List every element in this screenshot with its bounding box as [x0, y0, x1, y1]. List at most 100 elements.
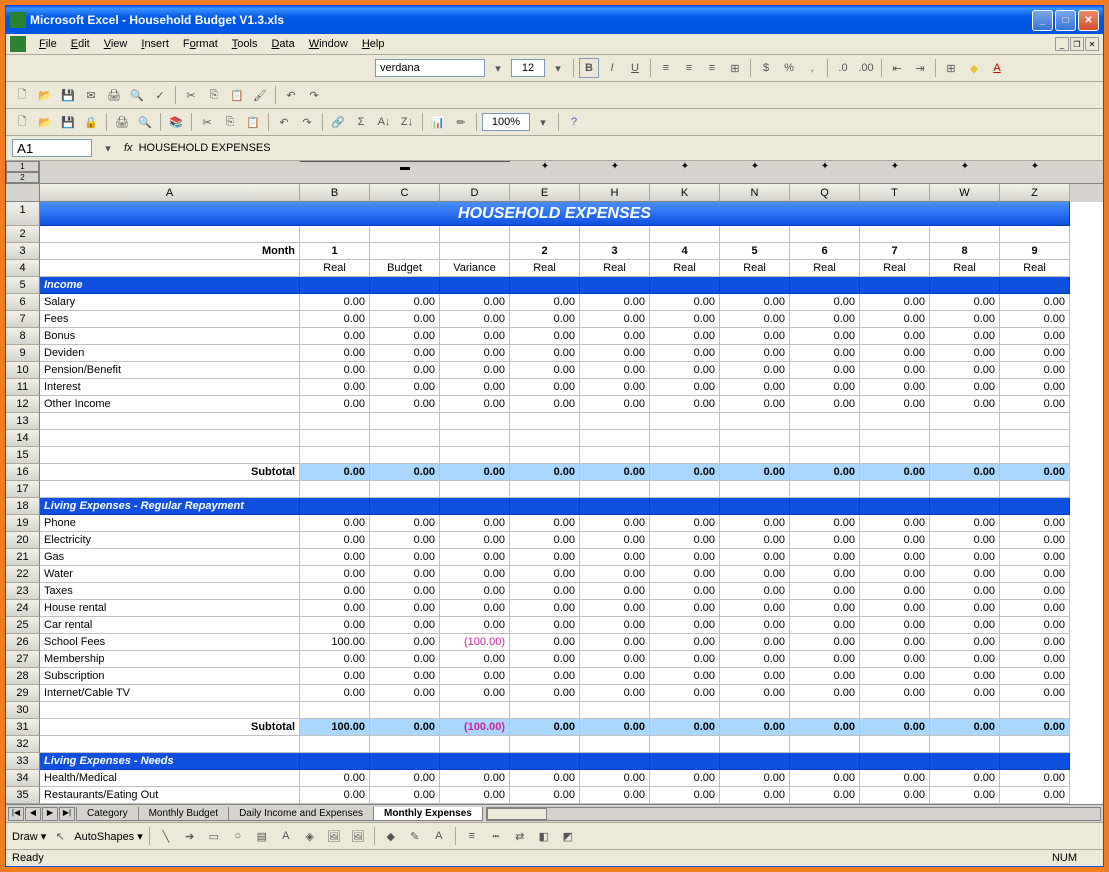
cell[interactable] [790, 277, 860, 294]
tab-nav-button[interactable]: |◀ [8, 807, 24, 821]
zoom-dropdown-icon[interactable]: ▾ [533, 112, 553, 132]
cell[interactable]: 0.00 [860, 532, 930, 549]
cell[interactable]: 0.00 [300, 651, 370, 668]
cell[interactable]: 0.00 [440, 549, 510, 566]
cell[interactable]: 0.00 [1000, 719, 1070, 736]
row-header[interactable]: 25 [6, 617, 40, 634]
cell[interactable] [650, 702, 720, 719]
cell[interactable]: 0.00 [440, 685, 510, 702]
cell[interactable] [370, 430, 440, 447]
cell[interactable]: 0.00 [300, 515, 370, 532]
cell[interactable]: 0.00 [1000, 566, 1070, 583]
section-header[interactable]: Income [40, 277, 300, 294]
cell[interactable]: 0.00 [370, 532, 440, 549]
cell[interactable]: 0.00 [370, 549, 440, 566]
cell[interactable] [510, 277, 580, 294]
cell[interactable] [580, 277, 650, 294]
drawing-icon[interactable]: ✏ [451, 112, 471, 132]
cell[interactable]: 0.00 [370, 770, 440, 787]
cell[interactable] [370, 277, 440, 294]
new-icon[interactable]: 🗋 [12, 85, 32, 105]
cell[interactable] [790, 736, 860, 753]
cell[interactable] [510, 226, 580, 243]
cell[interactable] [790, 430, 860, 447]
menu-edit[interactable]: Edit [64, 36, 97, 52]
cell[interactable] [370, 413, 440, 430]
row-header[interactable]: 15 [6, 447, 40, 464]
cell[interactable] [300, 226, 370, 243]
cell[interactable] [720, 702, 790, 719]
cell[interactable] [650, 753, 720, 770]
sheet-tab[interactable]: Category [76, 807, 139, 821]
cell[interactable] [300, 447, 370, 464]
font-name-select[interactable] [375, 59, 485, 77]
fill-color-icon[interactable]: ◆ [964, 58, 984, 78]
cell[interactable] [580, 702, 650, 719]
cell[interactable]: 0.00 [580, 668, 650, 685]
cell[interactable]: 0.00 [650, 549, 720, 566]
cell[interactable]: 0.00 [580, 464, 650, 481]
cell[interactable]: 0.00 [860, 396, 930, 413]
cell[interactable]: 0.00 [300, 668, 370, 685]
dash-style-icon[interactable]: ┅ [486, 826, 506, 846]
cell[interactable]: 3 [580, 243, 650, 260]
cell[interactable]: 0.00 [720, 345, 790, 362]
cell[interactable] [860, 481, 930, 498]
cell[interactable]: 0.00 [1000, 770, 1070, 787]
menu-insert[interactable]: Insert [134, 36, 176, 52]
size-dropdown-icon[interactable]: ▾ [548, 58, 568, 78]
cell[interactable]: 0.00 [650, 719, 720, 736]
cell[interactable]: 0.00 [370, 651, 440, 668]
cell[interactable]: 0.00 [650, 379, 720, 396]
cell[interactable]: 0.00 [930, 566, 1000, 583]
column-header[interactable]: D [440, 184, 510, 202]
cell[interactable] [720, 447, 790, 464]
cell[interactable]: 0.00 [510, 685, 580, 702]
expand-icon[interactable]: ✦ [510, 161, 580, 183]
cell[interactable]: 0.00 [580, 787, 650, 804]
cell[interactable]: Restaurants/Eating Out [40, 787, 300, 804]
cell[interactable]: 0.00 [790, 362, 860, 379]
cell[interactable]: 0.00 [930, 770, 1000, 787]
cell[interactable]: 0.00 [650, 345, 720, 362]
cell[interactable]: 0.00 [1000, 311, 1070, 328]
row-header[interactable]: 20 [6, 532, 40, 549]
cell[interactable]: 0.00 [860, 719, 930, 736]
cell[interactable]: 100.00 [300, 719, 370, 736]
copy-icon[interactable]: ⎘ [204, 85, 224, 105]
cell[interactable]: Real [300, 260, 370, 277]
cell[interactable] [40, 447, 300, 464]
cell[interactable]: 0.00 [440, 515, 510, 532]
cell[interactable] [1000, 226, 1070, 243]
cell[interactable] [580, 413, 650, 430]
cell[interactable]: 0.00 [860, 566, 930, 583]
cell[interactable]: 0.00 [860, 600, 930, 617]
cell[interactable]: 0.00 [300, 328, 370, 345]
diagram-icon[interactable]: ◈ [300, 826, 320, 846]
column-header[interactable]: K [650, 184, 720, 202]
cell[interactable] [720, 413, 790, 430]
cell[interactable]: 0.00 [510, 600, 580, 617]
chart-icon[interactable]: 📊 [428, 112, 448, 132]
row-header[interactable]: 29 [6, 685, 40, 702]
cell[interactable]: 0.00 [510, 532, 580, 549]
cell[interactable]: 0.00 [440, 311, 510, 328]
cell[interactable]: Gas [40, 549, 300, 566]
cell[interactable] [440, 702, 510, 719]
align-left-icon[interactable]: ≡ [656, 58, 676, 78]
align-center-icon[interactable]: ≡ [679, 58, 699, 78]
cell[interactable] [790, 447, 860, 464]
row-header[interactable]: 28 [6, 668, 40, 685]
arrow-icon[interactable]: ➔ [180, 826, 200, 846]
cell[interactable]: Fees [40, 311, 300, 328]
expand-icon[interactable]: ✦ [860, 161, 930, 183]
cell[interactable]: 0.00 [510, 583, 580, 600]
rectangle-icon[interactable]: ▭ [204, 826, 224, 846]
cell[interactable] [1000, 498, 1070, 515]
row-header[interactable]: 13 [6, 413, 40, 430]
cell[interactable]: 0.00 [650, 770, 720, 787]
cell[interactable] [40, 226, 300, 243]
row-header[interactable]: 19 [6, 515, 40, 532]
cell[interactable]: 0.00 [1000, 396, 1070, 413]
cell[interactable]: 0.00 [370, 617, 440, 634]
